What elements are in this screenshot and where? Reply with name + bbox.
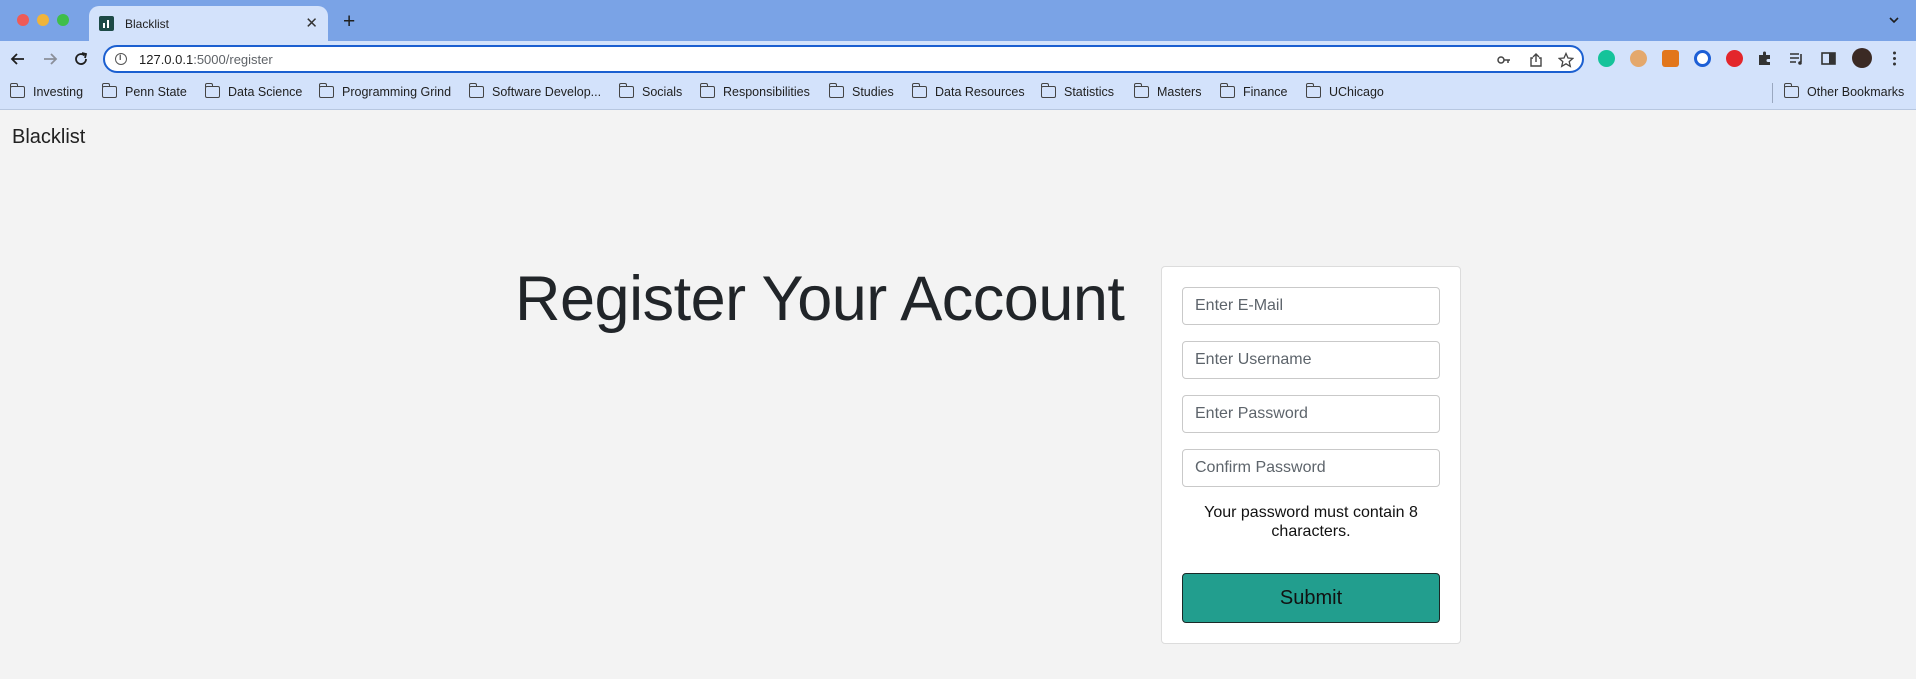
bookmark-folder[interactable]: Data Science — [204, 83, 303, 99]
bookmark-folder[interactable]: Responsibilities — [699, 83, 810, 99]
folder-icon — [1133, 83, 1149, 98]
bookmark-label: Investing — [33, 85, 84, 99]
browser-tab[interactable]: Blacklist ✕ — [89, 6, 328, 41]
url-host: 127.0.0.1 — [139, 51, 194, 67]
bookmark-label: Software Develop... — [492, 85, 602, 99]
bookmark-label: Studies — [852, 85, 894, 99]
bookmarks-bar: Investing Penn State Data Science Progra… — [0, 76, 1916, 110]
other-bookmarks-folder[interactable]: Other Bookmarks — [1783, 83, 1905, 99]
maximize-window-button[interactable] — [57, 14, 69, 26]
url-text: 127.0.0.1:5000/register — [139, 52, 273, 67]
bookmark-folder[interactable]: Finance — [1219, 83, 1288, 99]
bookmark-folder[interactable]: Statistics — [1040, 83, 1115, 99]
url-path: :5000/register — [193, 51, 273, 67]
folder-icon — [1783, 83, 1799, 98]
bookmark-folder[interactable]: UChicago — [1305, 83, 1384, 99]
email-field[interactable] — [1182, 287, 1440, 325]
folder-icon — [828, 83, 844, 98]
close-window-button[interactable] — [17, 14, 29, 26]
tab-close-icon[interactable]: ✕ — [305, 16, 318, 31]
folder-icon — [699, 83, 715, 98]
chart-favicon-icon — [99, 16, 114, 31]
submit-button[interactable]: Submit — [1182, 573, 1440, 623]
folder-icon — [911, 83, 927, 98]
site-info-icon[interactable] — [115, 52, 127, 65]
star-icon[interactable] — [1558, 52, 1574, 68]
folder-icon — [318, 83, 334, 98]
bookmark-label: Programming Grind — [342, 85, 452, 99]
folder-icon — [618, 83, 634, 98]
browser-chrome: Blacklist ✕ + 127.0.0.1:5000/register — [0, 0, 1916, 110]
password-field[interactable] — [1182, 395, 1440, 433]
reload-icon[interactable] — [71, 49, 91, 69]
avatar-extension-icon[interactable] — [1630, 50, 1647, 67]
folder-icon — [204, 83, 220, 98]
bookmark-folder[interactable]: Investing — [9, 83, 84, 99]
bookmark-folder[interactable]: Software Develop... — [468, 83, 602, 99]
bookmark-label: Statistics — [1064, 85, 1115, 99]
bookmark-label: Responsibilities — [723, 85, 810, 99]
new-tab-icon[interactable]: + — [343, 11, 355, 32]
address-bar[interactable]: 127.0.0.1:5000/register — [103, 45, 1584, 73]
grammarly-extension-icon[interactable] — [1598, 50, 1615, 67]
username-field[interactable] — [1182, 341, 1440, 379]
bookmark-label: Socials — [642, 85, 683, 99]
confirm-password-field[interactable] — [1182, 449, 1440, 487]
bookmark-label: Other Bookmarks — [1807, 85, 1905, 99]
bookmark-label: Penn State — [125, 85, 187, 99]
metamask-extension-icon[interactable] — [1662, 50, 1679, 67]
folder-icon — [1219, 83, 1235, 98]
folder-icon — [468, 83, 484, 98]
red-extension-icon[interactable] — [1726, 50, 1743, 67]
circle-extension-icon[interactable] — [1694, 50, 1711, 67]
profile-avatar[interactable] — [1852, 48, 1872, 68]
register-form: Your password must contain 8 characters.… — [1161, 266, 1461, 644]
tab-title: Blacklist — [125, 16, 170, 31]
folder-icon — [1305, 83, 1321, 98]
bookmark-label: Data Resources — [935, 85, 1025, 99]
media-list-icon[interactable] — [1788, 50, 1805, 67]
bookmark-folder[interactable]: Programming Grind — [318, 83, 452, 99]
bookmark-folder[interactable]: Penn State — [101, 83, 187, 99]
share-icon[interactable] — [1528, 52, 1544, 68]
bookmarks-divider — [1772, 83, 1773, 103]
bookmark-folder[interactable]: Socials — [618, 83, 683, 99]
bookmark-folder[interactable]: Studies — [828, 83, 894, 99]
puzzle-extensions-icon[interactable] — [1756, 50, 1773, 67]
bookmark-label: Masters — [1157, 85, 1202, 99]
password-hint: Your password must contain 8 characters. — [1204, 504, 1418, 540]
navbar-brand[interactable]: Blacklist — [12, 126, 85, 149]
browser-toolbar: 127.0.0.1:5000/register — [0, 41, 1916, 76]
bookmark-label: Data Science — [228, 85, 303, 99]
bookmark-label: UChicago — [1329, 85, 1384, 99]
minimize-window-button[interactable] — [37, 14, 49, 26]
more-menu-icon[interactable] — [1886, 50, 1903, 67]
bookmark-folder[interactable]: Masters — [1133, 83, 1202, 99]
sidepanel-icon[interactable] — [1820, 50, 1837, 67]
back-arrow-icon[interactable] — [8, 49, 28, 69]
forward-arrow-icon[interactable] — [40, 49, 60, 69]
bookmark-folder[interactable]: Data Resources — [911, 83, 1025, 99]
folder-icon — [1040, 83, 1056, 98]
page-title: Register Your Account — [515, 264, 1125, 334]
bookmark-label: Finance — [1243, 85, 1288, 99]
chevron-down-icon[interactable] — [1888, 14, 1900, 26]
key-icon[interactable] — [1496, 52, 1512, 68]
folder-icon — [9, 83, 25, 98]
folder-icon — [101, 83, 117, 98]
